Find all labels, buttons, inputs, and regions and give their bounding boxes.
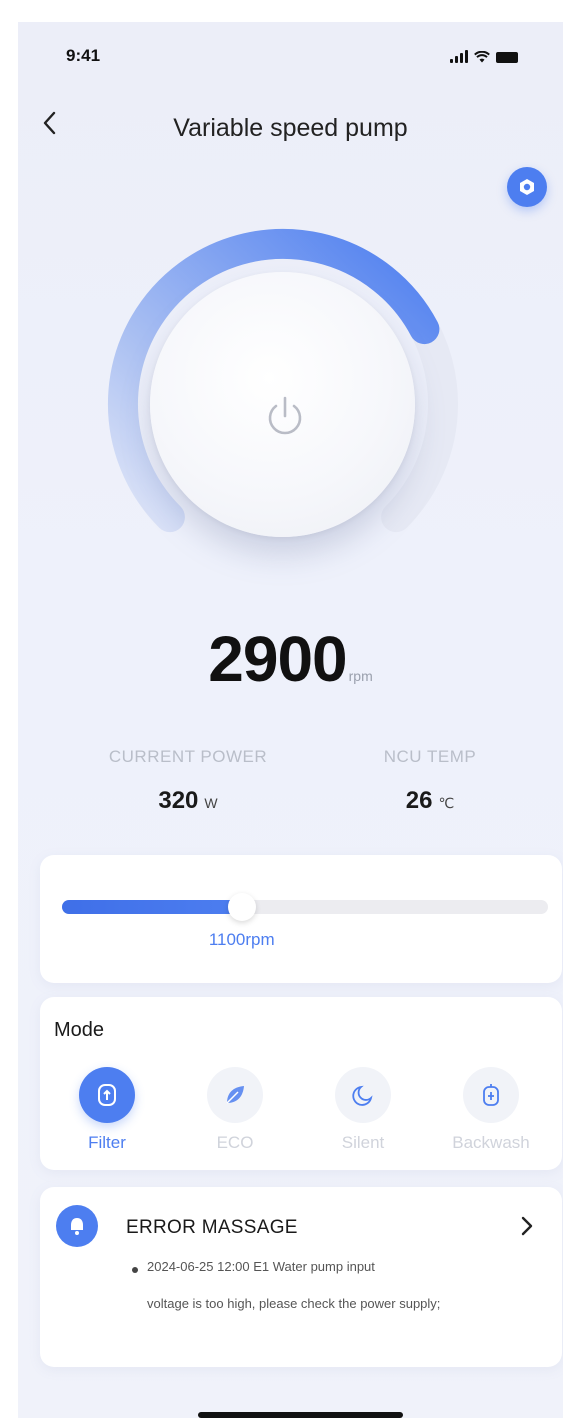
mode-title: Mode: [54, 1019, 105, 1041]
current-power-label: CURRENT POWER: [108, 747, 268, 766]
mode-filter[interactable]: Filter: [52, 1067, 162, 1153]
chevron-right-icon[interactable]: [518, 1213, 536, 1239]
power-icon[interactable]: [260, 392, 310, 442]
signal-icon: [450, 50, 468, 63]
mode-filter-label: Filter: [88, 1133, 126, 1152]
error-card[interactable]: ERROR MASSAGE 2024-06-25 12:00 E1 Water …: [40, 1187, 562, 1367]
app-screen: 9:41 Variable speed pump 2900 rpm CURREN…: [18, 22, 563, 1418]
ncu-temp-value: 26: [405, 787, 433, 814]
current-power-unit: W: [204, 795, 218, 811]
mode-eco[interactable]: ECO: [180, 1067, 290, 1153]
mode-silent[interactable]: Silent: [308, 1067, 418, 1153]
speed-readout: 2900 rpm: [18, 622, 563, 696]
mode-card: Mode Filter ECO Silent Backwash: [40, 997, 562, 1170]
mode-backwash-label: Backwash: [452, 1133, 530, 1152]
slider-value-label: 1100rpm: [208, 930, 275, 949]
status-time: 9:41: [66, 46, 101, 65]
current-power-stat: CURRENT POWER 320 W: [78, 747, 298, 815]
home-indicator: [198, 1412, 403, 1418]
speed-slider-fill: [62, 900, 242, 914]
current-power-value: 320: [158, 787, 199, 814]
error-title: ERROR MASSAGE: [126, 1217, 298, 1238]
battery-icon: [496, 52, 518, 63]
ncu-temp-label: NCU TEMP: [383, 747, 477, 766]
gear-icon: [520, 179, 534, 195]
mode-backwash[interactable]: Backwash: [436, 1067, 546, 1153]
speed-slider[interactable]: [62, 893, 548, 921]
speed-unit: rpm: [348, 668, 373, 684]
speed-dial: [18, 227, 563, 627]
mode-eco-label: ECO: [216, 1133, 254, 1152]
page-title: Variable speed pump: [173, 114, 408, 142]
status-icons: [450, 50, 518, 63]
backwash-icon: [463, 1067, 519, 1123]
speed-value: 2900: [208, 623, 347, 695]
error-message-line1: 2024-06-25 12:00 E1 Water pump input: [147, 1259, 375, 1274]
settings-button[interactable]: [507, 167, 547, 207]
speed-slider-thumb[interactable]: [227, 893, 256, 921]
filter-icon: [79, 1067, 135, 1123]
wifi-icon: [474, 51, 490, 63]
ncu-temp-unit: ℃: [438, 795, 455, 811]
error-message-line2: voltage is too high, please check the po…: [147, 1296, 441, 1311]
moon-icon: [335, 1067, 391, 1123]
ncu-temp-stat: NCU TEMP 26 ℃: [320, 747, 540, 815]
bell-icon: [56, 1205, 98, 1247]
error-bullet: [132, 1267, 138, 1273]
leaf-icon: [207, 1067, 263, 1123]
speed-slider-card: 1100rpm: [40, 855, 562, 983]
mode-silent-label: Silent: [341, 1133, 385, 1152]
